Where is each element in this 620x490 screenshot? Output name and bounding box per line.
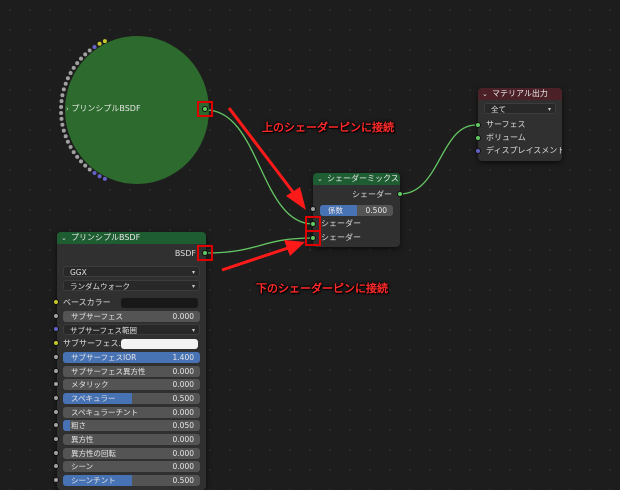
chevron-down-icon: ▾: [191, 283, 195, 290]
property-socket[interactable]: [53, 367, 59, 374]
property-slider[interactable]: シーン 0.000: [63, 461, 200, 473]
output-volume-label: ボリューム: [486, 133, 526, 142]
collapsed-input-socket[interactable]: [97, 174, 102, 179]
chevron-down-icon: ▾: [547, 106, 551, 113]
output-surface-socket[interactable]: [475, 122, 481, 128]
collapsed-input-socket[interactable]: [75, 154, 80, 159]
collapsed-input-socket[interactable]: [63, 134, 68, 139]
mix-output-label: シェーダー: [352, 190, 392, 199]
principled-node-header[interactable]: ⌄ プリンシプルBSDF: [57, 232, 206, 244]
mix-shader-node[interactable]: ⌄ シェーダーミックス シェーダー 係数 0.500 シェーダー シェーダー: [313, 173, 400, 247]
collapsed-input-socket[interactable]: [102, 176, 107, 181]
material-output-node[interactable]: ⌄ マテリアル出力 全て ▾ サーフェス ボリューム ディスプレイスメント: [478, 88, 562, 161]
property-socket[interactable]: [53, 353, 59, 360]
color-swatch[interactable]: [121, 339, 198, 350]
highlight-collapsed-output: [197, 101, 213, 117]
collapsed-input-socket[interactable]: [87, 167, 92, 172]
collapsed-input-socket[interactable]: [83, 163, 88, 168]
collapsed-input-socket[interactable]: [59, 111, 64, 115]
collapsed-input-socket[interactable]: [83, 52, 88, 57]
collapsed-input-socket[interactable]: [79, 56, 83, 61]
property-socket[interactable]: [53, 394, 59, 401]
factor-slider[interactable]: 係数 0.500: [320, 205, 393, 216]
collapsed-input-socket[interactable]: [71, 65, 76, 70]
property-slider[interactable]: スペキュラーチント 0.000: [63, 406, 200, 418]
collapsed-input-socket[interactable]: [97, 41, 102, 46]
chevron-down-icon[interactable]: ⌄: [61, 232, 67, 244]
highlight-principled-output: [197, 245, 213, 261]
chevron-right-icon: ›: [66, 105, 69, 113]
output-surface-label: サーフェス: [486, 120, 526, 129]
property-slider[interactable]: サブサーフェスIOR 1.400: [63, 351, 200, 363]
collapsed-input-socket[interactable]: [92, 45, 97, 49]
mix-node-header[interactable]: ⌄ シェーダーミックス: [313, 173, 400, 185]
subsurface-method-dropdown[interactable]: ランダムウォーク ▾: [63, 280, 200, 291]
collapsed-input-socket[interactable]: [65, 76, 70, 81]
collapsed-input-socket[interactable]: [79, 159, 83, 164]
property-slider[interactable]: 異方性の回転 0.000: [63, 447, 200, 459]
property-slider[interactable]: シーンチント 0.500: [63, 475, 200, 487]
chevron-down-icon[interactable]: ⌄: [482, 88, 488, 100]
collapsed-input-socket[interactable]: [60, 122, 65, 127]
output-target-dropdown[interactable]: 全て ▾: [484, 103, 556, 114]
mix-input1-label: シェーダー: [321, 219, 361, 228]
annotation-top: 上のシェーダーピンに接続: [262, 121, 394, 134]
bsdf-output-label: BSDF: [174, 249, 196, 258]
mix-output-socket[interactable]: [397, 191, 403, 197]
property-slider[interactable]: サブサーフェス異方性 0.000: [63, 365, 200, 377]
collapsed-input-socket[interactable]: [61, 128, 66, 133]
collapsed-input-socket[interactable]: [61, 87, 66, 92]
collapsed-input-socket[interactable]: [71, 150, 76, 155]
output-displacement-socket[interactable]: [475, 148, 481, 154]
collapsed-input-socket[interactable]: [87, 48, 92, 53]
property-slider[interactable]: サブサーフェス 0.000: [63, 310, 200, 322]
property-socket[interactable]: [53, 449, 59, 456]
output-volume-socket[interactable]: [475, 135, 481, 141]
property-socket[interactable]: [53, 408, 59, 415]
principled-bsdf-node[interactable]: ⌄ プリンシプルBSDF BSDF GGX ▾ ランダムウォーク ▾ ベースカラ…: [57, 232, 206, 490]
collapsed-input-socket[interactable]: [59, 116, 64, 121]
collapsed-input-socket[interactable]: [102, 39, 107, 44]
color-swatch[interactable]: [121, 298, 198, 308]
chevron-down-icon: ▾: [191, 327, 195, 335]
annotation-bottom: 下のシェーダーピンに接続: [256, 282, 388, 295]
property-label: サブサーフェス...: [63, 339, 127, 349]
property-socket[interactable]: [53, 436, 59, 442]
collapsed-node-label: › プリンシプルBSDF: [66, 104, 141, 113]
output-displacement-label: ディスプレイスメント: [486, 146, 562, 155]
chevron-down-icon: ▾: [191, 269, 195, 276]
mix-factor-socket[interactable]: [310, 206, 316, 212]
subsurface-radius-dropdown[interactable]: サブサーフェス範囲 ▾: [63, 324, 200, 336]
property-slider[interactable]: 異方性 0.000: [63, 434, 200, 445]
collapsed-input-socket[interactable]: [92, 171, 97, 175]
highlight-mix-input2: [305, 230, 321, 246]
collapsed-input-socket[interactable]: [68, 145, 73, 149]
collapsed-input-socket[interactable]: [59, 105, 64, 109]
distribution-dropdown[interactable]: GGX ▾: [63, 266, 200, 277]
collapsed-input-socket[interactable]: [63, 81, 68, 86]
collapsed-input-socket[interactable]: [65, 139, 70, 144]
slider-fill: [63, 420, 70, 432]
chevron-down-icon[interactable]: ⌄: [317, 173, 323, 185]
output-node-header[interactable]: ⌄ マテリアル出力: [478, 88, 562, 100]
collapsed-input-socket[interactable]: [60, 93, 65, 98]
property-slider[interactable]: 粗さ 0.050: [63, 420, 200, 432]
collapsed-input-socket[interactable]: [59, 99, 64, 104]
property-slider[interactable]: メタリック 0.000: [63, 379, 200, 391]
property-label: ベースカラー: [63, 298, 111, 307]
property-socket[interactable]: [53, 312, 59, 319]
collapsed-input-socket[interactable]: [75, 61, 80, 66]
property-socket[interactable]: [53, 299, 59, 305]
collapsed-input-socket[interactable]: [68, 71, 73, 75]
property-slider[interactable]: スペキュラー 0.500: [63, 392, 200, 404]
mix-input2-label: シェーダー: [321, 233, 361, 242]
